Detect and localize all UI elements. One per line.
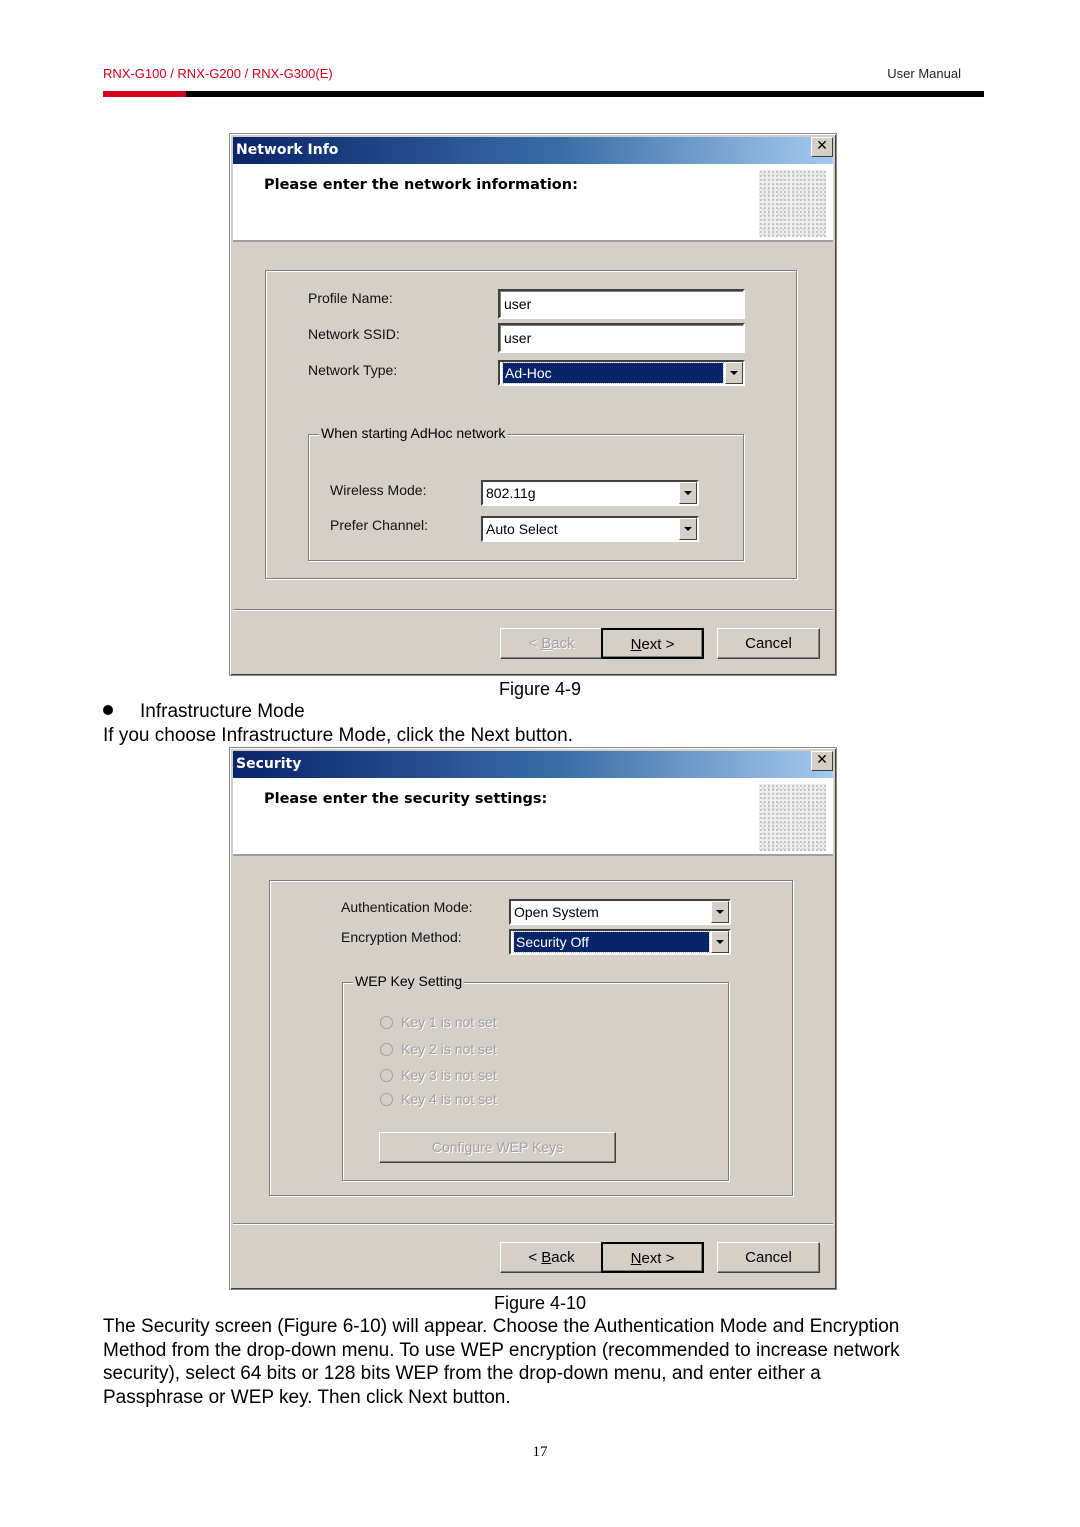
bullet-text: Infrastructure Mode [140,701,305,722]
close-icon: ✕ [816,752,828,768]
adhoc-group-label: When starting AdHoc network [319,425,508,441]
dialog-title: Network Info [233,137,833,164]
next-rest: ext > [641,636,675,653]
page-number: 17 [532,1444,548,1460]
chevron-down-icon[interactable] [679,482,697,504]
network-type-label: Network Type: [308,362,398,378]
description-line: Passphrase or WEP key. Then click Next b… [103,1386,511,1408]
back-rest: ack [551,635,575,652]
close-button[interactable]: ✕ [811,751,833,771]
wireless-mode-value: 802.11g [486,485,536,501]
next-button[interactable]: Next > [601,628,704,659]
description-line: The Security screen (Figure 6-10) will a… [103,1316,900,1337]
dialog-heading: Please enter the network information: [264,177,578,193]
encryption-select[interactable]: Security Off [509,929,731,955]
dialog-heading: Please enter the security settings: [264,791,548,807]
back-button[interactable]: < Back [500,628,603,659]
wireless-mode-select[interactable]: 802.11g [481,480,699,506]
key-label: Key 4 is not set [401,1091,497,1107]
chevron-down-icon[interactable] [711,931,729,953]
header-rule-accent [103,91,186,97]
cancel-button[interactable]: Cancel [717,1242,820,1273]
encryption-value: Security Off [513,931,710,953]
auth-mode-label: Authentication Mode: [341,899,473,915]
next-accesskey: N [630,636,642,653]
close-icon: ✕ [816,138,828,154]
wizard-logo-icon [759,784,826,851]
key-2-radio[interactable]: Key 2 is not set [380,1041,497,1057]
chevron-down-icon[interactable] [679,518,697,540]
key-4-radio[interactable]: Key 4 is not set [380,1091,497,1107]
auth-mode-value: Open System [514,904,599,920]
network-info-dialog: Network Info ✕ Please enter the network … [229,133,837,676]
ssid-input[interactable]: user [498,323,745,353]
header-models: RNX-G100 / RNX-G200 / RNX-G300(E) [103,66,333,81]
configure-wep-keys-button[interactable]: Configure WEP Keys [379,1132,616,1163]
key-label: Key 1 is not set [401,1014,497,1030]
key-label: Key 3 is not set [401,1067,497,1083]
header-doc-type: User Manual [887,66,961,81]
back-rest: ack [551,1249,575,1266]
dialog-banner: Please enter the network information: [233,164,833,242]
figure-caption-2: Figure 4-10 [493,1293,587,1313]
close-button[interactable]: ✕ [811,137,833,157]
profile-name-input[interactable]: user [498,289,745,319]
next-button[interactable]: Next > [601,1242,704,1273]
profile-name-label: Profile Name: [308,290,393,306]
auth-mode-select[interactable]: Open System [509,899,731,925]
key-label: Key 2 is not set [401,1041,497,1057]
security-dialog: Security ✕ Please enter the security set… [229,747,837,1290]
back-accesskey: B [541,1249,552,1266]
ssid-label: Network SSID: [308,326,400,342]
next-rest: ext > [641,1250,675,1267]
back-button[interactable]: < Back [500,1242,603,1273]
description-line: security), select 64 bits or 128 bits WE… [103,1363,821,1384]
radio-icon [380,1069,393,1082]
back-accesskey: B [541,635,552,652]
radio-icon [380,1093,393,1106]
key-3-radio[interactable]: Key 3 is not set [380,1067,497,1083]
intro-text: If you choose Infrastructure Mode, click… [103,725,573,746]
back-prefix: < [528,1249,542,1266]
figure-caption-1: Figure 4-9 [498,679,582,699]
wireless-mode-label: Wireless Mode: [330,482,427,498]
dialog-banner: Please enter the security settings: [233,778,833,856]
key-1-radio[interactable]: Key 1 is not set [380,1014,497,1030]
bullet-item: Infrastructure Mode [103,701,305,723]
radio-icon [380,1043,393,1056]
back-prefix: < [528,635,542,652]
network-type-select[interactable]: Ad-Hoc [498,360,745,386]
cancel-button[interactable]: Cancel [717,628,820,659]
encryption-label: Encryption Method: [341,929,462,945]
network-type-value: Ad-Hoc [502,362,724,384]
radio-icon [380,1016,393,1029]
description-line: Method from the drop-down menu. To use W… [103,1339,900,1361]
header-rule [103,91,984,97]
button-separator [233,609,833,611]
dialog-title: Security [233,751,833,778]
button-separator [233,1223,833,1225]
next-accesskey: N [630,1250,642,1267]
prefer-channel-value: Auto Select [486,521,558,537]
wep-group-label: WEP Key Setting [353,973,465,989]
description-paragraph: The Security screen (Figure 6-10) will a… [103,1315,900,1409]
prefer-channel-select[interactable]: Auto Select [481,516,699,542]
chevron-down-icon[interactable] [725,362,743,384]
prefer-channel-label: Prefer Channel: [330,517,429,533]
chevron-down-icon[interactable] [711,901,729,923]
bullet-icon [103,705,113,715]
wizard-logo-icon [759,170,826,237]
